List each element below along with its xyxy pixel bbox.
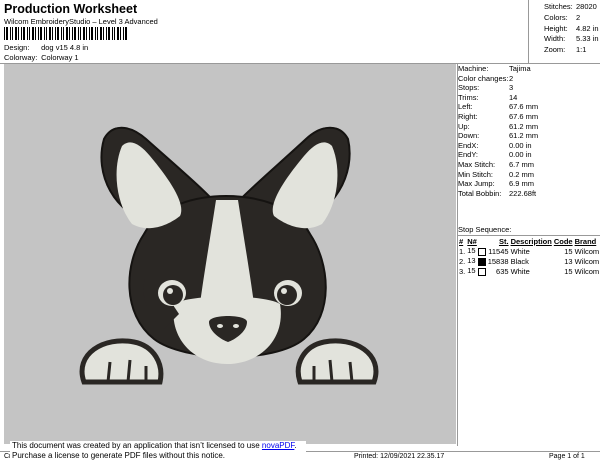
detail-row: Machine: Tajima	[458, 64, 531, 73]
stop-sequence-title: Stop Sequence:	[458, 225, 512, 234]
colorway-row: Colorway: Colorway 1	[4, 53, 79, 62]
summary-row: Height: 4.82 in	[544, 23, 599, 33]
design-label: Design:	[4, 43, 30, 52]
detail-row: Max Jump: 6.9 mm	[458, 179, 535, 189]
color-swatch	[477, 267, 486, 276]
col-header: #	[459, 236, 464, 246]
machine-details: Machine: Tajima Color changes:2 Stops: 3 T…	[458, 64, 538, 198]
design-row: Design: dog v15 4.8 in	[4, 43, 88, 52]
table-header-row: # N# St. Description Code Brand	[458, 236, 600, 246]
summary-row: Colors: 2	[544, 12, 581, 22]
col-header: N#	[467, 236, 477, 246]
col-header: St.	[498, 236, 509, 246]
summary-stats: Stitches: 28020 Colors: 2 Height: 4.82 in W…	[544, 2, 599, 56]
summary-row: Width: 5.33 in	[544, 34, 599, 44]
col-header: Description	[510, 236, 552, 246]
colorway-value: Colorway 1	[41, 53, 79, 62]
software-subtitle: Wilcom EmbroideryStudio – Level 3 Advanc…	[4, 17, 158, 26]
summary-row: Stitches: 28020	[544, 2, 597, 11]
stop-sequence-table: # N# St. Description Code Brand 1. 15 11…	[458, 236, 600, 276]
detail-row: Total Bobbin: 222.68ft	[458, 188, 537, 198]
table-row: 3. 15 635 White 15 Wilcom	[459, 266, 600, 276]
printed-timestamp: Printed: 12/09/2021 22.35.17	[354, 453, 445, 460]
detail-row: Trims: 14	[458, 92, 518, 102]
col-header: Brand	[574, 236, 597, 246]
detail-row: Left: 67.6 mm	[458, 102, 539, 112]
detail-row: Down: 61.2 mm	[458, 131, 539, 141]
colorway-label: Colorway:	[4, 53, 38, 62]
worksheet-title: Production Worksheet	[4, 2, 138, 16]
col-header: Code	[553, 236, 573, 246]
detail-row: Up: 61.2 mm	[458, 121, 539, 131]
detail-row: EndX: 0.00 in	[458, 140, 532, 150]
detail-row: Color changes:2	[458, 73, 514, 83]
header-divider-vertical	[528, 0, 529, 63]
color-swatch	[477, 257, 486, 266]
dog-embroidery-image	[79, 126, 379, 385]
design-value: dog v15 4.8 in	[41, 43, 89, 52]
barcode	[4, 27, 127, 40]
page-number: Page 1 of 1	[549, 453, 585, 460]
table-row: 1. 15 11545 White 15 Wilcom	[459, 246, 600, 256]
detail-row: EndY: 0.00 in	[458, 150, 532, 160]
summary-row: Zoom: 1:1	[544, 45, 587, 55]
detail-row: Max Stitch: 6.7 mm	[458, 159, 535, 169]
novapdf-link[interactable]: novaPDF	[262, 441, 294, 450]
design-preview	[4, 64, 456, 444]
detail-row: Min Stitch: 0.2 mm	[458, 169, 535, 179]
table-row: 2. 13 15838 Black 13 Wilcom	[459, 256, 600, 266]
color-swatch	[477, 247, 486, 256]
detail-row: Stops: 3	[458, 83, 514, 93]
detail-row: Right: 67.6 mm	[458, 111, 539, 121]
license-notice: This document was created by an applicat…	[10, 441, 306, 461]
